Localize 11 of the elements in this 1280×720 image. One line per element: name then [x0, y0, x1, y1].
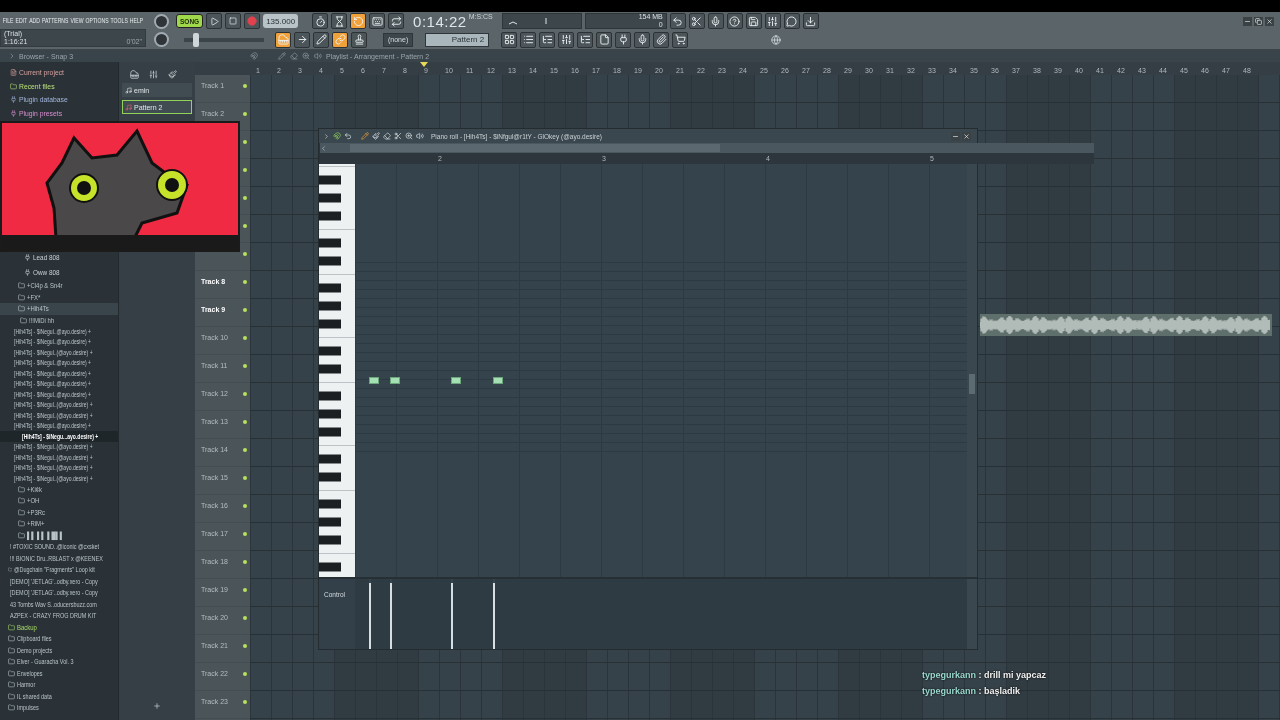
- chat-message: : başladik: [977, 686, 1021, 696]
- pattern-select[interactable]: Pattern 2: [425, 32, 490, 47]
- tempo-field[interactable]: 135.000: [263, 14, 299, 29]
- song-time: 0:14:22: [413, 12, 467, 30]
- browser-item[interactable]: Recent files: [0, 79, 118, 93]
- browser-item[interactable]: Current project: [0, 66, 118, 80]
- browser-item[interactable]: Plugin database: [0, 93, 118, 107]
- chat-message: : drill mi yapcaz: [977, 670, 1047, 680]
- chat-username: typegurkann: [922, 686, 976, 696]
- browser-item[interactable]: Plugin presets: [0, 106, 118, 120]
- chat-username: typegurkann: [922, 670, 976, 680]
